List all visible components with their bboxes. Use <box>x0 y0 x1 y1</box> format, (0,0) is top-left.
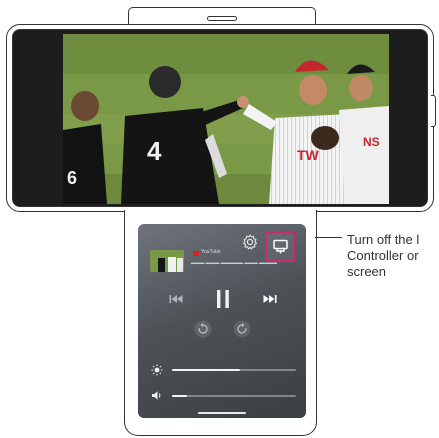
svg-text:4: 4 <box>147 136 162 166</box>
volume-slider-fill <box>172 395 187 397</box>
side-button <box>431 95 436 127</box>
thumbnail-image <box>150 250 184 272</box>
gear-icon[interactable] <box>241 233 259 251</box>
pause-icon[interactable] <box>216 289 230 309</box>
video-thumbnail[interactable] <box>150 250 184 272</box>
brightness-slider[interactable] <box>172 369 296 371</box>
media-source-label: YouTube <box>201 249 221 255</box>
home-indicator <box>198 412 246 414</box>
media-title: ▬▬▬ ▬▬▬ ▬▬▬▬▬ ▬▬▬ ▬▬▬▬ <box>191 260 277 265</box>
skip-next-icon[interactable] <box>263 294 277 304</box>
volume-slider[interactable] <box>172 395 296 397</box>
camera-slot <box>207 16 237 21</box>
replay-icon[interactable] <box>194 320 212 338</box>
brightness-icon <box>151 364 163 376</box>
brightness-slider-fill <box>172 369 241 371</box>
media-controller-panel: YouTube ▬▬▬ ▬▬▬ ▬▬▬▬▬ ▬▬▬ ▬▬▬▬ <box>138 224 306 418</box>
controller-off-icon <box>273 239 288 254</box>
video-player[interactable]: 6 4 TW NS <box>63 34 389 204</box>
svg-text:6: 6 <box>67 168 77 188</box>
forward-icon[interactable] <box>233 320 251 338</box>
volume-icon <box>152 391 161 400</box>
skip-previous-icon[interactable] <box>169 294 183 304</box>
video-frame-baseball: 6 4 TW NS <box>63 34 389 204</box>
controller-off-button[interactable] <box>265 232 295 262</box>
svg-text:NS: NS <box>363 135 380 149</box>
callout-label: Turn off the l Controller or screen <box>347 232 420 279</box>
main-screen: 6 4 TW NS <box>12 29 428 207</box>
callout-line <box>315 237 342 239</box>
youtube-icon <box>193 251 199 256</box>
svg-text:TW: TW <box>297 147 320 163</box>
